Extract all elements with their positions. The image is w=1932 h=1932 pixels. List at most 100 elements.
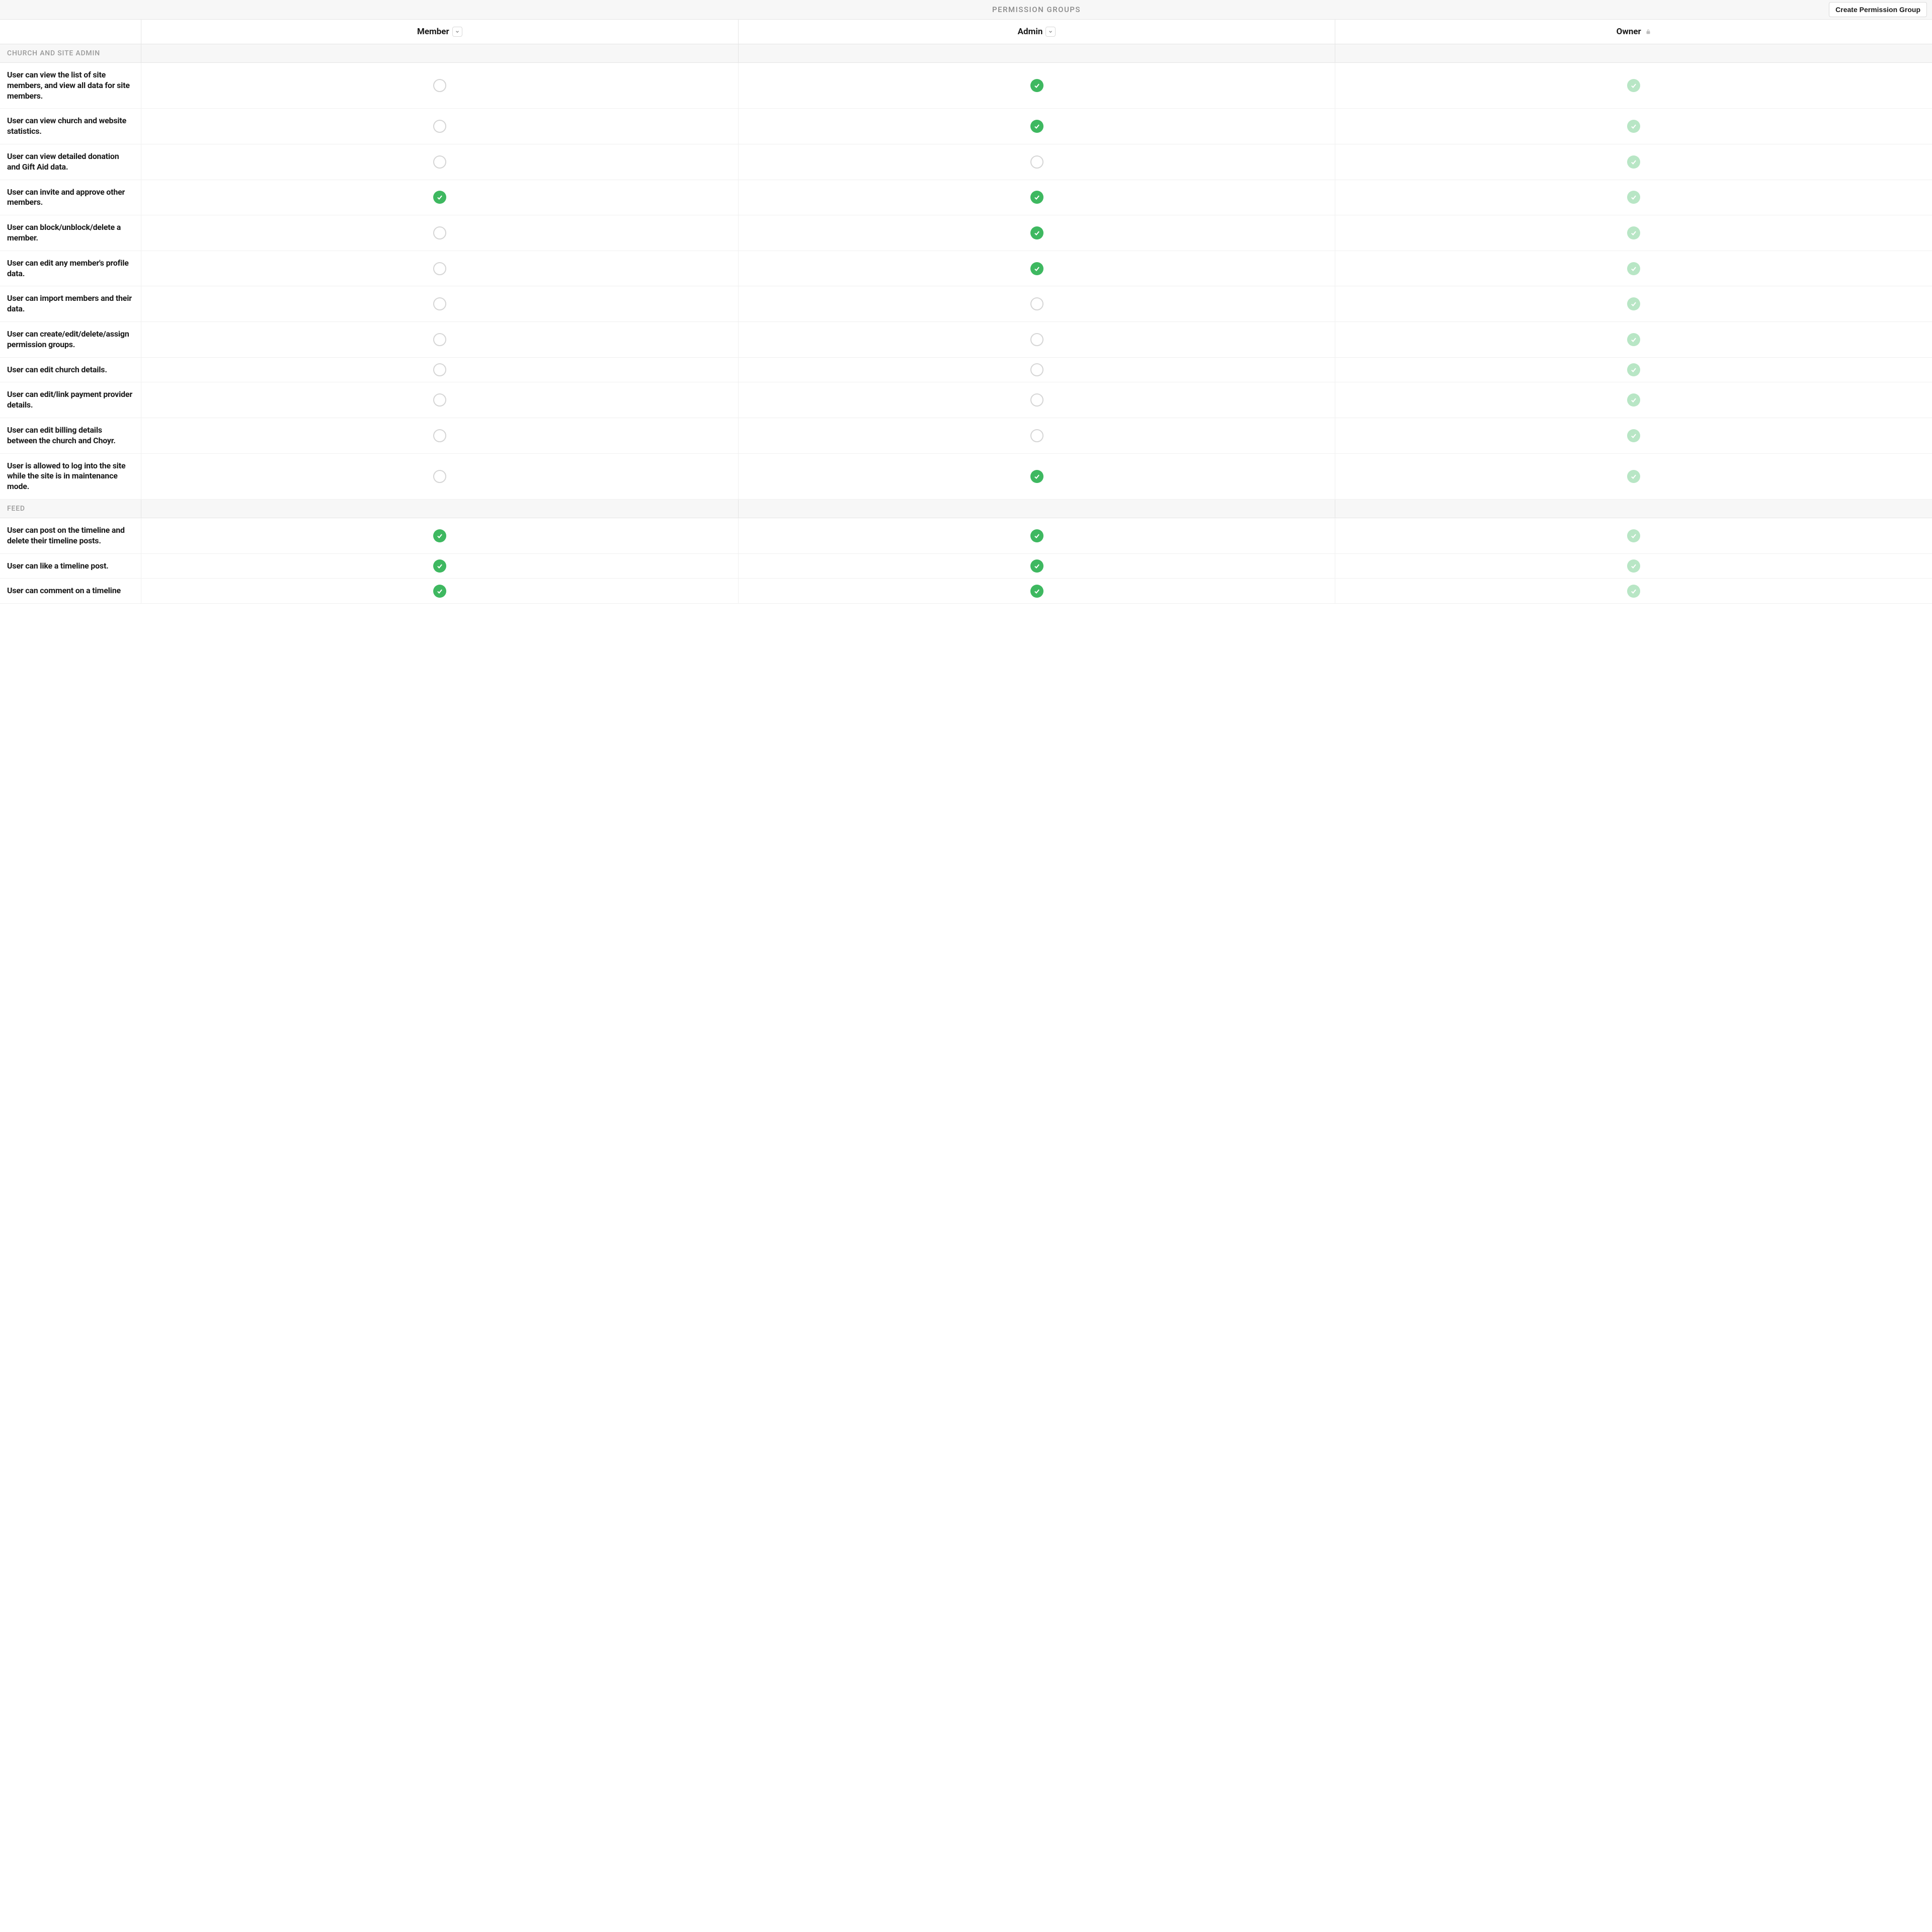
permission-cell	[1335, 322, 1932, 357]
permission-cell	[1335, 454, 1932, 499]
permission-toggle-unchecked[interactable]	[433, 333, 446, 346]
permission-toggle-checked[interactable]	[1030, 120, 1043, 133]
permission-locked-checked	[1627, 297, 1640, 310]
permission-cell	[738, 251, 1335, 286]
permission-label: User can invite and approve other member…	[0, 180, 141, 215]
permission-toggle-checked[interactable]	[433, 559, 446, 573]
permission-label: User can comment on a timeline	[0, 579, 141, 603]
permission-row: User can view the list of site members, …	[0, 63, 1932, 109]
permission-locked-checked	[1627, 429, 1640, 442]
section-group-spacer	[141, 44, 738, 62]
permission-cell	[738, 63, 1335, 108]
permission-cell	[1335, 579, 1932, 603]
permission-label: User is allowed to log into the site whi…	[0, 454, 141, 499]
permission-toggle-checked[interactable]	[1030, 529, 1043, 542]
permission-cell	[141, 554, 738, 579]
permission-locked-checked	[1627, 191, 1640, 204]
permission-cell	[738, 418, 1335, 453]
permission-cell	[738, 579, 1335, 603]
group-columns-row: Member AdminOwner	[0, 20, 1932, 44]
group-columns: Member AdminOwner	[141, 20, 1932, 44]
permission-label: User can import members and their data.	[0, 286, 141, 321]
permission-row: User can invite and approve other member…	[0, 180, 1932, 216]
chevron-down-icon[interactable]	[1045, 27, 1056, 37]
permission-row: User can block/unblock/delete a member.	[0, 215, 1932, 251]
table-body: CHURCH AND SITE ADMINUser can view the l…	[0, 44, 1932, 604]
permission-locked-checked	[1627, 470, 1640, 483]
permission-toggle-unchecked[interactable]	[433, 470, 446, 483]
section-header-row: CHURCH AND SITE ADMIN	[0, 44, 1932, 63]
table-header-row: PERMISSION GROUPS Create Permission Grou…	[0, 0, 1932, 20]
permission-toggle-unchecked[interactable]	[1030, 363, 1043, 376]
permission-cell	[141, 109, 738, 144]
section-group-spacer	[738, 500, 1335, 518]
permission-cell	[141, 518, 738, 553]
permission-toggle-unchecked[interactable]	[433, 262, 446, 275]
permission-toggle-checked[interactable]	[1030, 585, 1043, 598]
permission-label: User can view church and website statist…	[0, 109, 141, 144]
permission-row: User can import members and their data.	[0, 286, 1932, 322]
permission-label: User can like a timeline post.	[0, 554, 141, 579]
permission-cell	[141, 358, 738, 382]
permission-cell	[141, 454, 738, 499]
permission-toggle-checked[interactable]	[1030, 79, 1043, 92]
permission-cell	[738, 454, 1335, 499]
permission-cell	[141, 215, 738, 251]
permission-cell	[1335, 109, 1932, 144]
permission-cell	[1335, 358, 1932, 382]
group-column-header: Owner	[1335, 20, 1932, 44]
permission-cell	[141, 63, 738, 108]
permission-toggle-checked[interactable]	[433, 529, 446, 542]
permission-toggle-checked[interactable]	[433, 585, 446, 598]
header-label-spacer	[0, 0, 141, 19]
permission-toggle-unchecked[interactable]	[433, 429, 446, 442]
permission-row: User can edit any member's profile data.	[0, 251, 1932, 287]
permission-row: User can comment on a timeline	[0, 579, 1932, 604]
permission-cell	[738, 286, 1335, 321]
permission-cell	[141, 579, 738, 603]
permission-locked-checked	[1627, 226, 1640, 239]
permission-label: User can edit billing details between th…	[0, 418, 141, 453]
permission-locked-checked	[1627, 363, 1640, 376]
lock-icon	[1645, 28, 1651, 35]
permission-label: User can view the list of site members, …	[0, 63, 141, 108]
section-group-spacer	[1335, 500, 1932, 518]
permission-row: User can like a timeline post.	[0, 554, 1932, 579]
permission-toggle-unchecked[interactable]	[1030, 297, 1043, 310]
permission-toggle-unchecked[interactable]	[433, 79, 446, 92]
permission-locked-checked	[1627, 585, 1640, 598]
permission-toggle-unchecked[interactable]	[1030, 333, 1043, 346]
permission-label: User can post on the timeline and delete…	[0, 518, 141, 553]
permission-cell	[1335, 180, 1932, 215]
permission-cell	[141, 286, 738, 321]
permission-toggle-unchecked[interactable]	[1030, 155, 1043, 169]
permissions-table: PERMISSION GROUPS Create Permission Grou…	[0, 0, 1932, 604]
permission-toggle-checked[interactable]	[1030, 226, 1043, 239]
permission-toggle-unchecked[interactable]	[433, 393, 446, 407]
group-column-header: Admin	[738, 20, 1335, 44]
permission-toggle-checked[interactable]	[1030, 470, 1043, 483]
group-name: Member	[417, 27, 449, 37]
permission-row: User can edit church details.	[0, 358, 1932, 383]
create-permission-group-button[interactable]: Create Permission Group	[1829, 2, 1927, 17]
permission-toggle-unchecked[interactable]	[1030, 393, 1043, 407]
permission-toggle-checked[interactable]	[1030, 262, 1043, 275]
permission-toggle-unchecked[interactable]	[433, 363, 446, 376]
permission-cell	[1335, 554, 1932, 579]
permission-cell	[738, 382, 1335, 418]
permission-cell	[738, 109, 1335, 144]
permission-toggle-checked[interactable]	[433, 191, 446, 204]
chevron-down-icon[interactable]	[452, 27, 462, 37]
groups-header: PERMISSION GROUPS Create Permission Grou…	[141, 0, 1932, 19]
permission-toggle-unchecked[interactable]	[433, 155, 446, 169]
permission-locked-checked	[1627, 262, 1640, 275]
permission-toggle-checked[interactable]	[1030, 191, 1043, 204]
permission-toggle-unchecked[interactable]	[433, 226, 446, 239]
permission-cell	[738, 144, 1335, 180]
section-title: CHURCH AND SITE ADMIN	[0, 44, 141, 62]
permission-toggle-unchecked[interactable]	[1030, 429, 1043, 442]
permission-toggle-unchecked[interactable]	[433, 120, 446, 133]
permission-toggle-checked[interactable]	[1030, 559, 1043, 573]
permission-cell	[738, 554, 1335, 579]
permission-toggle-unchecked[interactable]	[433, 297, 446, 310]
